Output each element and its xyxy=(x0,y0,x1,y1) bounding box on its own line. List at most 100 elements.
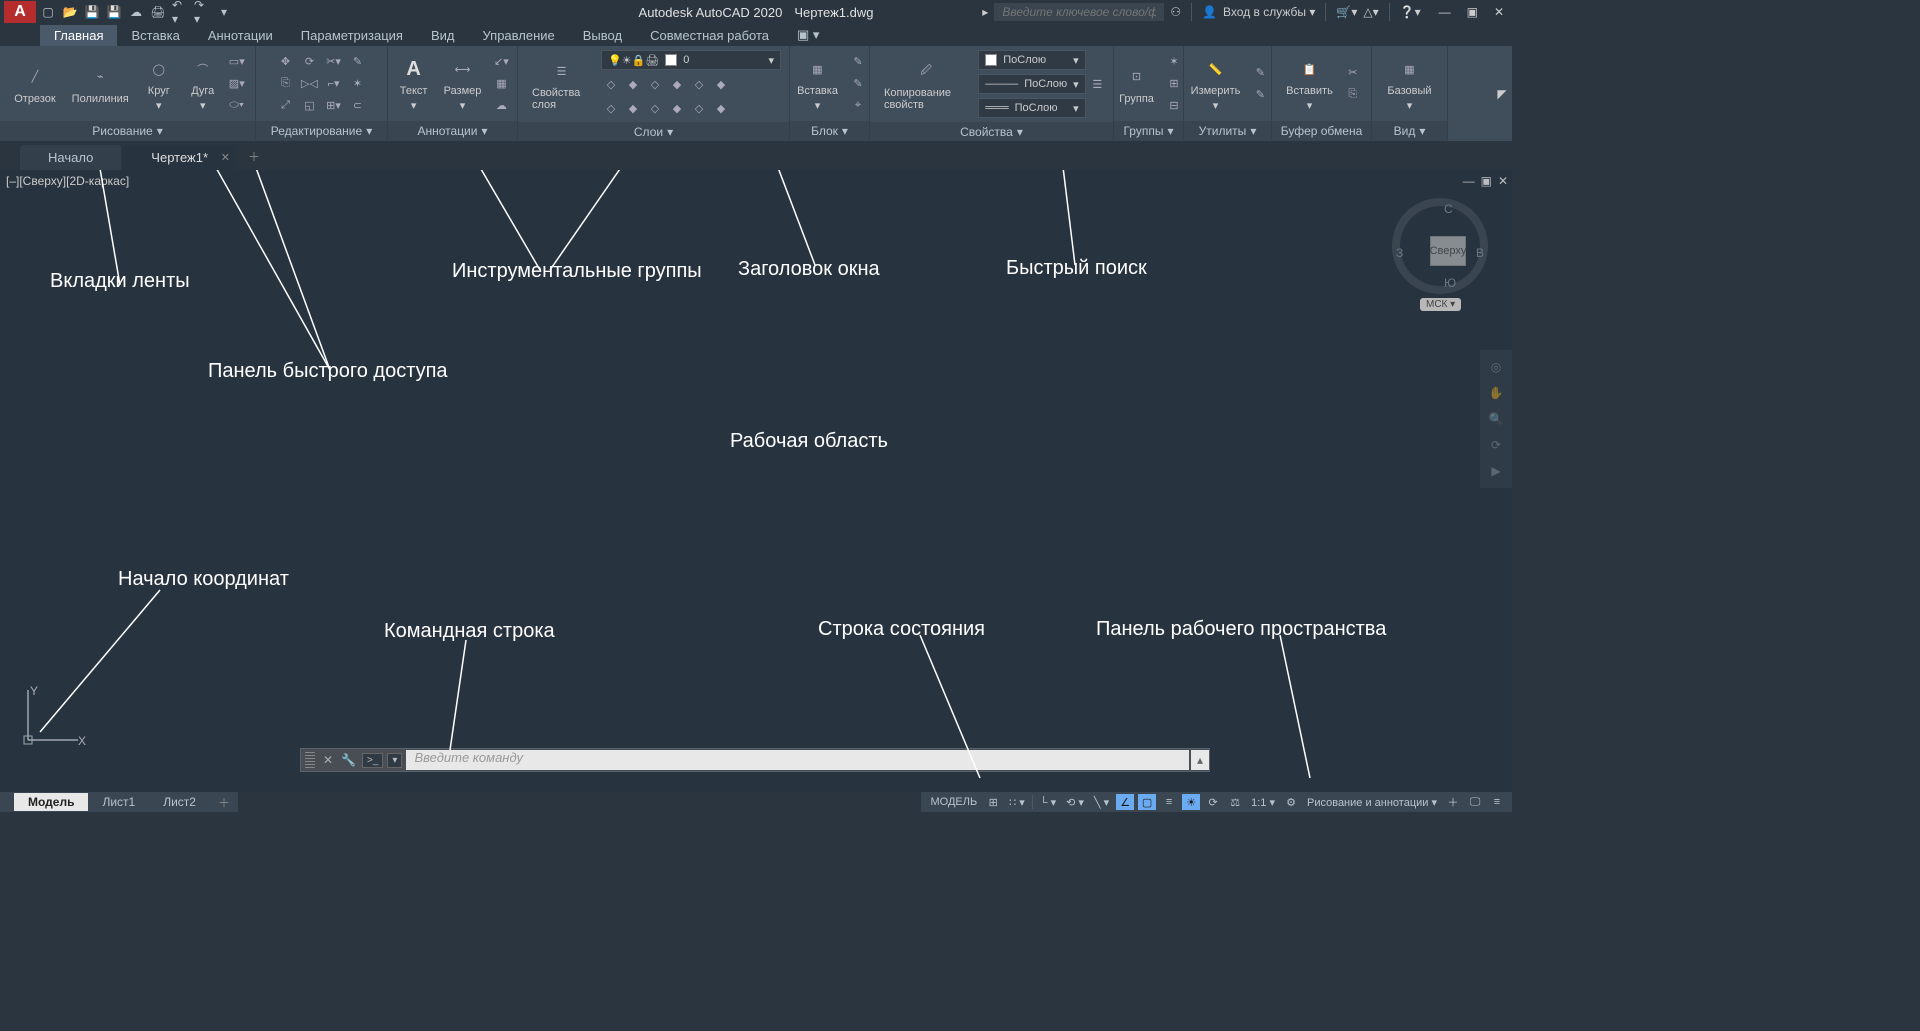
vp-max-icon[interactable]: ▣ xyxy=(1481,174,1492,188)
b3-icon[interactable]: ⌖ xyxy=(848,96,868,116)
tab-param[interactable]: Параметризация xyxy=(287,25,417,46)
array-icon[interactable]: ⊞▾ xyxy=(324,96,344,116)
panel-groups-title[interactable]: Группы xyxy=(1123,124,1163,138)
vc-north[interactable]: С xyxy=(1444,202,1453,216)
panel-view-title[interactable]: Вид xyxy=(1394,124,1416,138)
minimize-button[interactable]: — xyxy=(1435,5,1455,19)
explode-icon[interactable]: ✶ xyxy=(348,74,368,94)
erase-icon[interactable]: ✎ xyxy=(348,52,368,72)
viewcube[interactable]: С В Ю З Сверху МСК ▾ xyxy=(1392,198,1492,318)
fillet-icon[interactable]: ⌐▾ xyxy=(324,74,344,94)
tab-add-button[interactable]: ＋ xyxy=(238,143,270,170)
zoom-icon[interactable]: 🔍 xyxy=(1484,408,1508,430)
c1-icon[interactable]: ✂ xyxy=(1343,63,1363,83)
text-button[interactable]: АТекст▾ xyxy=(394,53,434,114)
l1-icon[interactable]: ◇ xyxy=(601,74,621,94)
l5-icon[interactable]: ◇ xyxy=(689,74,709,94)
dim-button[interactable]: ⟷Размер▾ xyxy=(438,53,488,114)
rect-icon[interactable]: ▭▾ xyxy=(227,52,247,72)
annoscale-icon[interactable]: ⚖ xyxy=(1226,794,1244,810)
cmd-recent-icon[interactable]: ▾ xyxy=(387,753,402,768)
lt-dropdown[interactable]: ═══ПоСлою▾ xyxy=(978,98,1085,118)
cmd-grip-icon[interactable] xyxy=(305,752,315,768)
panel-edit-title[interactable]: Редактирование xyxy=(271,124,362,138)
paste-button[interactable]: 📋Вставить▾ xyxy=(1280,53,1339,114)
close-button[interactable]: ✕ xyxy=(1490,5,1508,19)
palette-icon[interactable]: ☰ xyxy=(1090,74,1105,94)
vc-south[interactable]: Ю xyxy=(1444,276,1456,290)
circle-button[interactable]: ◯Круг▾ xyxy=(139,53,179,114)
l8-icon[interactable]: ◆ xyxy=(623,98,643,118)
lw-icon[interactable]: ≡ xyxy=(1160,794,1178,810)
tab-annotate[interactable]: Аннотации xyxy=(194,25,287,46)
base-button[interactable]: ▦Базовый▾ xyxy=(1381,53,1437,114)
trim-icon[interactable]: ✂▾ xyxy=(324,52,344,72)
l7-icon[interactable]: ◇ xyxy=(601,98,621,118)
panel-annot-title[interactable]: Аннотации xyxy=(417,124,477,138)
group-button[interactable]: ⊡Группа xyxy=(1113,61,1160,107)
tab-output[interactable]: Вывод xyxy=(569,25,636,46)
cycle-icon[interactable]: ⟳ xyxy=(1204,794,1222,810)
save-icon[interactable]: 💾 xyxy=(84,4,100,20)
l4-icon[interactable]: ◆ xyxy=(667,74,687,94)
l3-icon[interactable]: ◇ xyxy=(645,74,665,94)
layer-dropdown[interactable]: 💡☀🔒🖨0▾ xyxy=(601,50,781,70)
match-props-button[interactable]: 🖉Копирование свойств xyxy=(878,55,974,113)
vc-east[interactable]: В xyxy=(1476,246,1484,260)
panel-draw-title[interactable]: Рисование xyxy=(92,124,152,138)
qat-dropdown-icon[interactable]: ▾ xyxy=(216,4,232,20)
transparency-icon[interactable]: ☀ xyxy=(1182,794,1200,810)
login-label[interactable]: Вход в службы ▾ xyxy=(1223,5,1315,19)
osnap-icon[interactable]: ∠ xyxy=(1116,794,1134,810)
tab-featured[interactable]: ▣ ▾ xyxy=(783,24,833,46)
status-model[interactable]: МОДЕЛЬ xyxy=(927,794,980,810)
u1-icon[interactable]: ✎ xyxy=(1250,63,1270,83)
tab-start[interactable]: Начало xyxy=(20,145,121,170)
grid-icon[interactable]: ⊞ xyxy=(984,794,1002,810)
user-icon[interactable]: 👤 xyxy=(1202,5,1217,19)
vc-wcs[interactable]: МСК ▾ xyxy=(1420,298,1461,311)
vp-close-icon[interactable]: ✕ xyxy=(1498,174,1508,188)
offset-icon[interactable]: ⊂ xyxy=(348,96,368,116)
tab-close-icon[interactable]: ✕ xyxy=(221,151,230,164)
viewport[interactable]: [–][Сверху][2D-каркас] — ▣ ✕ С В Ю З Све… xyxy=(0,170,1512,792)
ortho-icon[interactable]: └ ▾ xyxy=(1037,794,1059,810)
snap-icon[interactable]: ∷ ▾ xyxy=(1006,794,1028,810)
table-icon[interactable]: ▦ xyxy=(491,74,511,94)
cmd-history-icon[interactable]: ▴ xyxy=(1191,750,1209,770)
c2-icon[interactable]: ⎘ xyxy=(1343,85,1363,105)
iso-icon[interactable]: ╲ ▾ xyxy=(1091,794,1112,810)
lw-dropdown[interactable]: ———ПоСлою▾ xyxy=(978,74,1085,94)
scale-label[interactable]: 1:1 ▾ xyxy=(1248,794,1278,810)
measure-button[interactable]: 📏Измерить▾ xyxy=(1185,53,1247,114)
open-icon[interactable]: 📂 xyxy=(62,4,78,20)
custom-icon[interactable]: ≡ xyxy=(1488,794,1506,810)
cmd-wrench-icon[interactable]: 🔧 xyxy=(337,753,360,767)
g2-icon[interactable]: ⊞ xyxy=(1164,74,1184,94)
stretch-icon[interactable]: ⤢ xyxy=(276,96,296,116)
hatch-icon[interactable]: ▨▾ xyxy=(227,74,247,94)
l2-icon[interactable]: ◆ xyxy=(623,74,643,94)
vc-face[interactable]: Сверху xyxy=(1430,236,1466,266)
monitor-icon[interactable]: 🖵 xyxy=(1466,794,1484,810)
tab-view[interactable]: Вид xyxy=(417,25,469,46)
g1-icon[interactable]: ✶ xyxy=(1164,52,1184,72)
tab-home[interactable]: Главная xyxy=(40,25,117,46)
l6-icon[interactable]: ◆ xyxy=(711,74,731,94)
saveas-icon[interactable]: 💾 xyxy=(106,4,122,20)
tab-insert[interactable]: Вставка xyxy=(117,25,193,46)
tab-manage[interactable]: Управление xyxy=(468,25,568,46)
cloud-icon[interactable]: ☁ xyxy=(128,4,144,20)
g3-icon[interactable]: ⊟ xyxy=(1164,96,1184,116)
vc-west[interactable]: З xyxy=(1396,246,1403,260)
ribbon-collapse-button[interactable]: ◤ xyxy=(1492,46,1512,141)
tab-layout2[interactable]: Лист2 xyxy=(149,793,210,811)
pan-icon[interactable]: ✋ xyxy=(1484,382,1508,404)
panel-props-title[interactable]: Свойства xyxy=(960,125,1013,139)
plus-icon[interactable]: ＋ xyxy=(1444,794,1462,810)
tab-collab[interactable]: Совместная работа xyxy=(636,25,783,46)
l12-icon[interactable]: ◆ xyxy=(711,98,731,118)
rotate-icon[interactable]: ⟳ xyxy=(300,52,320,72)
insert-block-button[interactable]: ▦Вставка▾ xyxy=(791,53,844,114)
cloud-icon[interactable]: ☁ xyxy=(491,96,511,116)
